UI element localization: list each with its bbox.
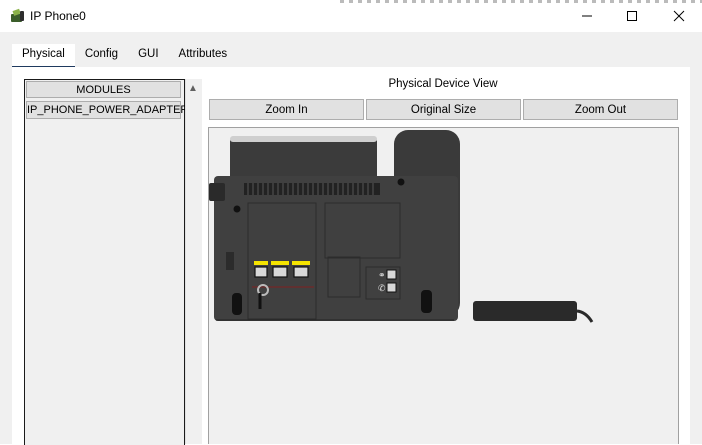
power-adapter-cable — [576, 309, 594, 323]
side-clip — [209, 183, 225, 201]
physical-device-view-title: Physical Device View — [388, 78, 498, 90]
headset-glyph-icon: ⚭ — [378, 271, 386, 281]
title-bar: IP Phone0 — [0, 0, 702, 32]
original-size-button[interactable]: Original Size — [366, 99, 521, 120]
maximize-button[interactable] — [609, 0, 655, 32]
close-button[interactable] — [656, 0, 702, 32]
tab-physical[interactable]: Physical — [12, 44, 75, 69]
zoom-in-button[interactable]: Zoom In — [209, 99, 364, 120]
maximize-icon — [627, 11, 637, 21]
screw-left — [233, 205, 241, 213]
phone-top-rim — [230, 136, 377, 142]
power-port — [254, 266, 268, 278]
window-title: IP Phone0 — [30, 9, 86, 23]
ip-phone-rear-image: ⚭ ✆ — [209, 130, 594, 323]
modules-scrollbar[interactable] — [185, 79, 202, 444]
vent-slots — [244, 183, 380, 195]
modules-header: MODULES — [26, 81, 181, 98]
minimize-button[interactable] — [564, 0, 610, 32]
side-port — [226, 252, 234, 270]
modules-list[interactable] — [24, 79, 185, 445]
handset-glyph-icon: ✆ — [378, 284, 386, 294]
handset-port — [386, 282, 397, 293]
switch-port — [272, 266, 288, 278]
port-label-2 — [271, 261, 289, 265]
headset-port — [386, 269, 397, 280]
module-item-power-adapter[interactable]: IP_PHONE_POWER_ADAPTER — [26, 101, 188, 119]
zoom-out-button[interactable]: Zoom Out — [523, 99, 678, 120]
tab-config[interactable]: Config — [75, 44, 128, 66]
minimize-icon — [582, 15, 592, 17]
port-label-3 — [292, 261, 310, 265]
screw-right — [397, 178, 405, 186]
tab-attributes[interactable]: Attributes — [169, 44, 238, 66]
foot-right — [421, 290, 432, 313]
tab-bar: Physical Config GUI Attributes — [12, 44, 238, 69]
pc-port — [293, 266, 309, 278]
power-adapter-brick — [473, 301, 577, 321]
foot-left — [232, 293, 242, 315]
port-label-1 — [254, 261, 268, 265]
scroll-up-arrow-icon[interactable]: ▲ — [188, 83, 198, 94]
ip-phone-app-icon — [11, 8, 24, 22]
tab-gui[interactable]: GUI — [128, 44, 168, 66]
close-icon — [673, 10, 685, 22]
